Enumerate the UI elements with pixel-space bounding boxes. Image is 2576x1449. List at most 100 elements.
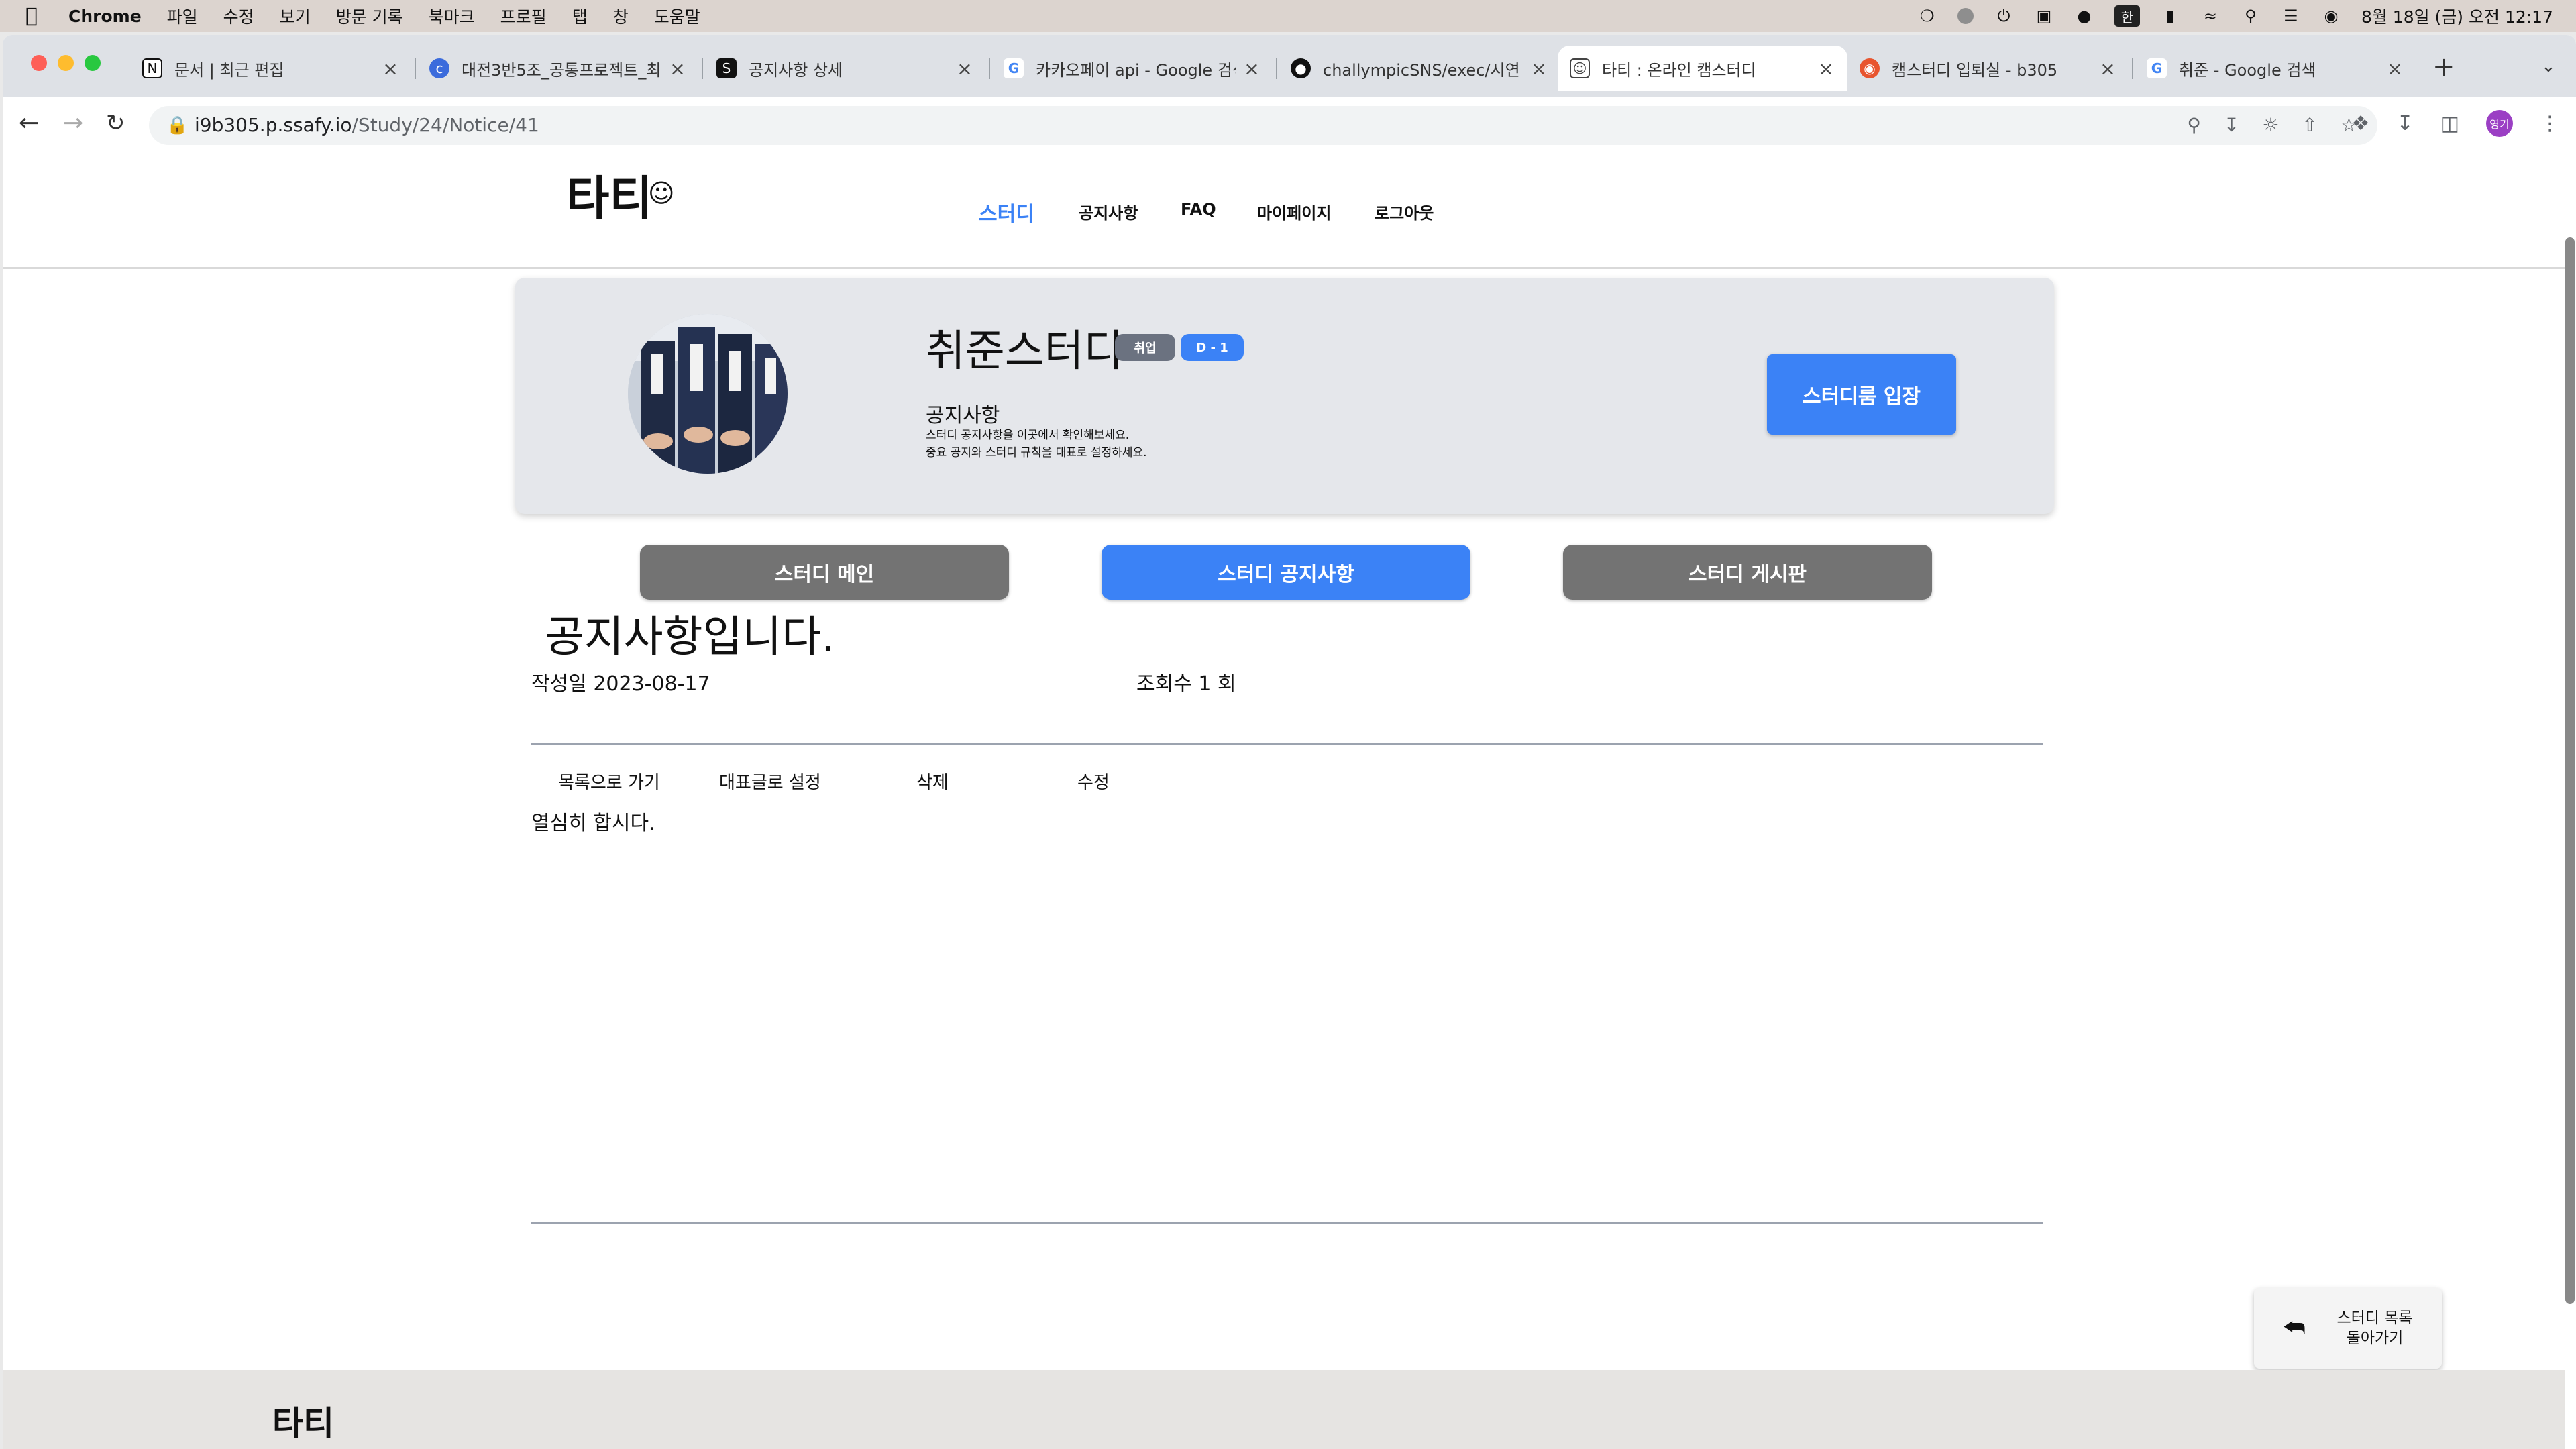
address-bar[interactable]: 🔒 i9b305.p.ssafy.io/Study/24/Notice/41 ⚲… [149, 106, 2377, 145]
minimize-window-button[interactable] [58, 55, 74, 71]
tab-divider [702, 58, 703, 79]
tab-close-icon[interactable]: × [381, 58, 400, 80]
browser-tab[interactable]: S 공지사항 상세 × [704, 46, 986, 91]
wifi-icon[interactable]: ≈ [2200, 6, 2220, 26]
confluence-icon: c [429, 58, 449, 78]
back-button-line: 돌아가기 [2346, 1330, 2404, 1347]
side-panel-icon[interactable]: ◫ [2440, 112, 2459, 136]
tab-strip: N 문서 | 최근 편집 × c 대전3반5조_공통프로젝트_최종 × S 공지… [3, 35, 2576, 97]
menubar-clock[interactable]: 8월 18일 (금) 오전 12:17 [2361, 4, 2553, 28]
box-icon[interactable]: ▣ [2034, 6, 2054, 26]
nav-faq[interactable]: FAQ [1181, 200, 1216, 219]
dday-badge: D - 1 [1181, 334, 1244, 361]
delete-button[interactable]: 삭제 [916, 769, 949, 794]
translate-icon[interactable]: ☼ [2262, 114, 2279, 136]
zoom-window-button[interactable] [85, 55, 101, 71]
nav-notice[interactable]: 공지사항 [1079, 200, 1138, 223]
github-icon: ● [1291, 58, 1311, 78]
input-source-indicator[interactable]: 한 [2114, 5, 2140, 27]
menu-edit[interactable]: 수정 [223, 4, 254, 28]
menu-view[interactable]: 보기 [280, 4, 311, 28]
menu-tab[interactable]: 탭 [572, 4, 588, 28]
forward-arrow-icon[interactable]: → [63, 110, 83, 137]
tab-title: 취준 - Google 검색 [2179, 60, 2316, 80]
new-tab-plus-icon[interactable]: + [2432, 54, 2455, 80]
section-title: 공지사항 [926, 404, 1000, 427]
study-board-tab-button[interactable]: 스터디 게시판 [1563, 545, 1932, 600]
nav-logout[interactable]: 로그아웃 [1375, 200, 1434, 223]
menu-help[interactable]: 도움말 [654, 4, 700, 28]
figma-icon: ◉ [1860, 58, 1880, 78]
control-center-icon[interactable]: ☰ [2281, 6, 2301, 26]
tab-close-icon[interactable]: × [2385, 58, 2404, 80]
back-to-study-list-button[interactable]: ⮪ 스터디 목록 돌아가기 [2254, 1288, 2442, 1368]
lock-icon[interactable]: 🔒 [166, 115, 188, 136]
tab-close-icon[interactable]: × [668, 58, 687, 80]
url-text[interactable]: i9b305.p.ssafy.io/Study/24/Notice/41 [195, 114, 539, 136]
browser-tab[interactable]: c 대전3반5조_공통프로젝트_최종 × [417, 46, 699, 91]
downloads-icon[interactable]: ↧ [2397, 112, 2414, 136]
install-app-icon[interactable]: ↧ [2224, 114, 2239, 136]
menu-bookmarks[interactable]: 북마크 [429, 4, 475, 28]
url-path: /Study/24/Notice/41 [352, 114, 539, 136]
back-button-line: 스터디 목록 [2337, 1309, 2413, 1327]
page-scrollbar[interactable] [2565, 237, 2575, 1304]
study-main-tab-button[interactable]: 스터디 메인 [640, 545, 1009, 600]
close-window-button[interactable] [31, 55, 47, 71]
back-to-list-button[interactable]: 목록으로 가기 [558, 769, 660, 794]
site-header: 타티 ☺ 스터디 공지사항 FAQ 마이페이지 로그아웃 [3, 153, 2565, 269]
reload-icon[interactable]: ↻ [106, 110, 125, 137]
creative-cloud-icon[interactable]: ❍ [1917, 6, 1937, 26]
browser-tab[interactable]: G 취준 - Google 검색 × [2135, 46, 2416, 91]
study-notice-tab-button[interactable]: 스터디 공지사항 [1102, 545, 1470, 600]
siri-icon[interactable]: ◉ [2321, 6, 2341, 26]
extensions-puzzle-icon[interactable]: ❖ [2352, 112, 2370, 136]
nav-mypage[interactable]: 마이페이지 [1257, 200, 1331, 223]
edit-button[interactable]: 수정 [1077, 769, 1110, 794]
site-logo[interactable]: 타티 [566, 161, 653, 229]
macos-menubar:  Chrome 파일 수정 보기 방문 기록 북마크 프로필 탭 창 도움말 … [0, 0, 2576, 32]
browser-tab-active[interactable]: ☺ 타티 : 온라인 캠스터디 × [1558, 46, 1847, 91]
share-icon[interactable]: ⇧ [2302, 114, 2317, 136]
tab-close-icon[interactable]: × [1817, 58, 1835, 80]
tab-divider [2132, 58, 2133, 79]
browser-tab[interactable]: ● challympicSNS/exec/시연 × [1279, 46, 1560, 91]
battery-icon[interactable]: ▮ [2160, 6, 2180, 26]
chat-icon[interactable]: ● [2074, 6, 2094, 26]
browser-tab[interactable]: G 카카오페이 api - Google 검색 × [991, 46, 1273, 91]
google-icon: G [1004, 58, 1024, 78]
return-arrow-icon: ⮪ [2283, 1314, 2306, 1342]
tab-search-chevron-icon[interactable]: ⌄ [2541, 56, 2556, 76]
tab-title: 대전3반5조_공통프로젝트_최종 [462, 60, 661, 80]
menubar-app-name[interactable]: Chrome [68, 7, 142, 26]
study-image [628, 314, 788, 474]
browser-tab[interactable]: ◉ 캠스터디 입퇴실 - b305 × [1847, 46, 2129, 91]
tab-close-icon[interactable]: × [1242, 58, 1261, 80]
footer-logo: 타티 [272, 1404, 334, 1443]
menu-profiles[interactable]: 프로필 [500, 4, 547, 28]
tiger-icon: ☺ [1570, 58, 1590, 78]
tab-close-icon[interactable]: × [955, 58, 974, 80]
back-arrow-icon[interactable]: ← [19, 110, 39, 137]
tab-close-icon[interactable]: × [1529, 58, 1548, 80]
power-icon[interactable]: ⏻ [1994, 6, 2014, 26]
browser-toolbar: ← → ↻ 🔒 i9b305.p.ssafy.io/Study/24/Notic… [3, 97, 2576, 154]
menubar-status-area: ❍ ⏻ ▣ ● 한 ▮ ≈ ⚲ ☰ ◉ 8월 18일 (금) 오전 12:17 [1917, 0, 2553, 32]
tab-close-icon[interactable]: × [2098, 58, 2117, 80]
menu-history[interactable]: 방문 기록 [336, 4, 403, 28]
menu-file[interactable]: 파일 [167, 4, 198, 28]
tab-title: challympicSNS/exec/시연 [1323, 60, 1520, 80]
profile-avatar[interactable]: 영기 [2486, 110, 2513, 137]
kebab-menu-icon[interactable]: ⋮ [2540, 112, 2560, 136]
section-description: 스터디 공지사항을 이곳에서 확인해보세요. 중요 공지와 스터디 규칙을 대표… [926, 427, 1147, 462]
tab-divider [1276, 58, 1277, 79]
key-icon[interactable]: ⚲ [2187, 114, 2201, 136]
apple-menu-icon[interactable]:  [25, 5, 46, 28]
spotlight-search-icon[interactable]: ⚲ [2241, 6, 2261, 26]
nav-study[interactable]: 스터디 [979, 197, 1034, 227]
browser-tab[interactable]: N 문서 | 최근 편집 × [130, 46, 412, 91]
set-featured-button[interactable]: 대표글로 설정 [719, 769, 821, 794]
menu-window[interactable]: 창 [613, 4, 629, 28]
enter-study-room-button[interactable]: 스터디룸 입장 [1767, 354, 1956, 435]
record-icon[interactable] [1957, 8, 1974, 24]
